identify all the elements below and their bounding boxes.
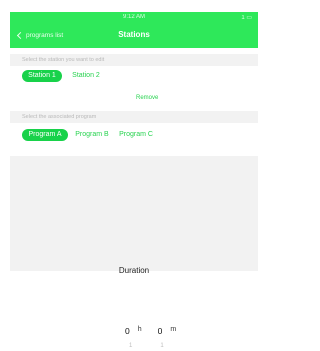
status-time: 9:12 AM [122, 14, 145, 20]
duration-label: Duration [118, 266, 150, 275]
station-tab-1-label: Station 1 [28, 72, 56, 79]
status-indicators: 1 ▭ [241, 15, 252, 21]
program-tab-c-label: Program C [119, 131, 153, 138]
program-tab-c[interactable]: Program C [116, 129, 156, 141]
app-frame: 9:12 AM 1 ▭ programs list Stations Selec… [10, 12, 258, 351]
minutes-unit: m [170, 326, 177, 333]
program-tab-b[interactable]: Program B [72, 129, 112, 141]
hours-value[interactable]: 0 [125, 326, 130, 336]
picker-next-minutes[interactable]: 1 [160, 343, 163, 349]
station-tab-2[interactable]: Station 2 [66, 70, 106, 82]
program-tab-a[interactable]: Program A [22, 129, 68, 141]
stations-section-label: Select the station you want to edit [10, 54, 258, 66]
picker-next-row: 1 1 [129, 343, 164, 349]
station-tab-2-label: Station 2 [72, 72, 100, 79]
station-tab-1[interactable]: Station 1 [22, 70, 62, 82]
programs-section-label: Select the associated program [10, 111, 258, 123]
page-title: Stations [118, 30, 150, 39]
duration-picker[interactable]: 0 h 0 m [125, 326, 176, 336]
remove-button[interactable]: Remove [136, 95, 158, 101]
nav-header: 9:12 AM 1 ▭ programs list Stations [10, 12, 258, 48]
content-area [10, 156, 258, 271]
minutes-value[interactable]: 0 [158, 326, 163, 336]
program-tab-a-label: Program A [28, 131, 62, 138]
hours-unit: h [137, 326, 142, 333]
picker-next-hours[interactable]: 1 [129, 343, 132, 349]
program-tab-b-label: Program B [75, 131, 109, 138]
